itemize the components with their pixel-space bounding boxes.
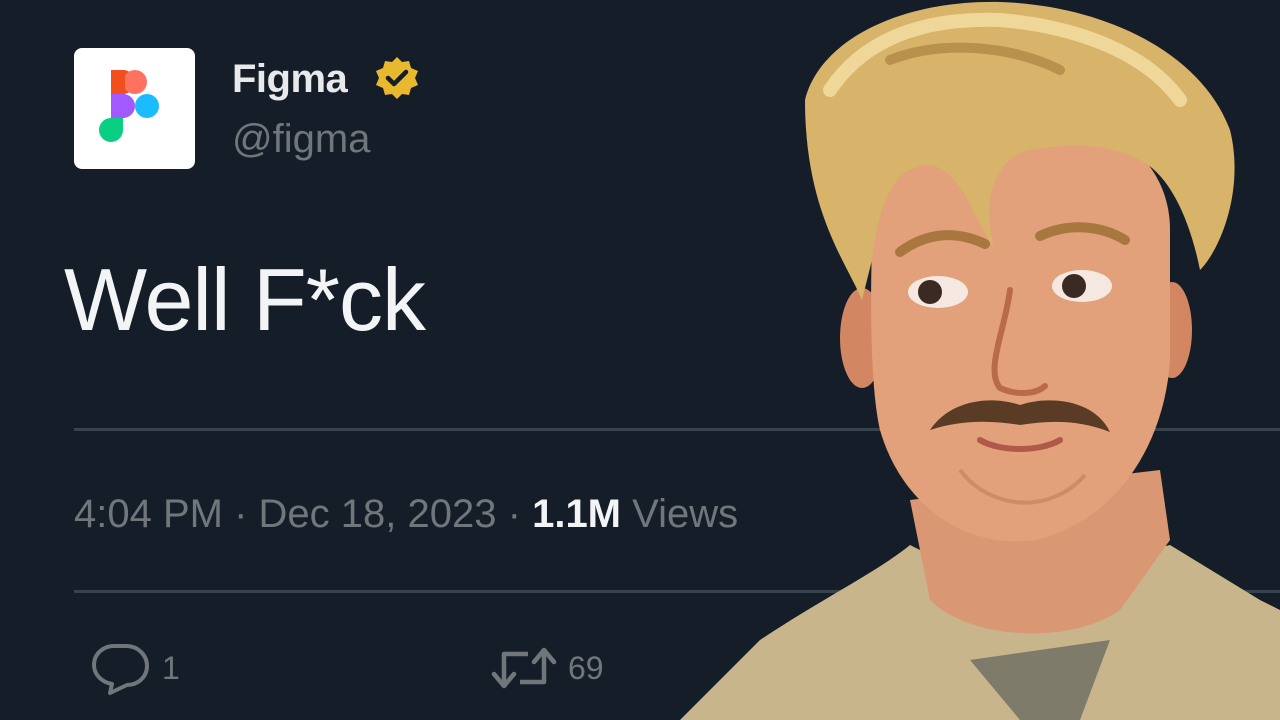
figma-logo-icon <box>99 70 159 142</box>
meta-separator: · <box>507 492 521 536</box>
tweet-time[interactable]: 4:04 PM <box>74 492 223 536</box>
tweet-date[interactable]: Dec 18, 2023 <box>259 492 497 536</box>
retweet-count: 69 <box>568 650 604 686</box>
reply-icon <box>92 644 149 695</box>
retweet-button[interactable]: 69 <box>490 640 604 696</box>
reply-button[interactable]: 1 <box>90 640 180 696</box>
retweet-icon <box>491 647 557 689</box>
tweet-meta: 4:04 PM · Dec 18, 2023 · 1.1M Views <box>74 490 738 538</box>
verified-badge-icon <box>376 57 418 99</box>
reply-count: 1 <box>162 650 180 686</box>
avatar[interactable] <box>74 48 195 169</box>
tweet-text: Well F*ck <box>64 250 426 349</box>
person-photo <box>680 1 1280 720</box>
meta-separator: · <box>234 492 248 536</box>
handle[interactable]: @figma <box>232 116 370 162</box>
views-count: 1.1M <box>532 492 622 536</box>
display-name[interactable]: Figma <box>232 56 348 102</box>
